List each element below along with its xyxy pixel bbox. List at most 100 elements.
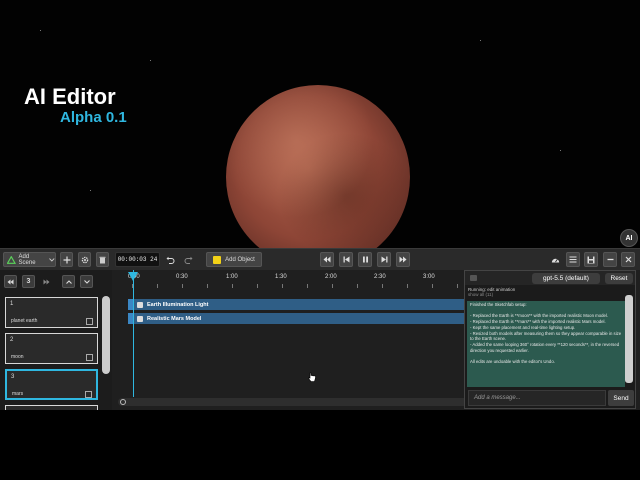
scene-card-active[interactable]: 3 mars [5,369,98,400]
show-all-link[interactable]: show all (11) [468,292,515,297]
star [150,60,151,61]
menu-button[interactable] [566,252,580,267]
app-version: Alpha 0.1 [60,109,127,126]
send-button[interactable]: Send [608,390,634,406]
scene-list: 3 1 planet earth 2 moon 3 mars [0,270,112,410]
skip-forward-icon [43,279,50,284]
undo-icon [166,256,175,264]
step-forward-button[interactable] [377,252,391,267]
pause-button[interactable] [358,252,372,267]
undo-button[interactable] [164,252,177,267]
add-object-label: Add Object [225,256,255,263]
collapse-icon[interactable] [470,275,477,281]
editor-toolbar: Add Scene 00:00:03 24 Add Object [0,248,640,271]
ruler-tick: 2:30 [374,274,386,280]
cube-icon [137,315,143,322]
ruler-tick: 3:00 [423,274,435,280]
time-display: 00:00:03 24 [115,252,160,267]
scene-name: mars [12,391,24,397]
ruler-tick: 1:00 [226,274,238,280]
model-selector[interactable]: gpt-5.5 (default) [532,273,600,284]
save-button[interactable] [584,252,598,267]
clip-label: Realistic Mars Model [147,315,202,322]
star [480,40,481,41]
chat-message-input[interactable]: Add a message... [468,390,606,406]
close-icon [625,256,631,263]
ruler-tick: 2:00 [325,274,337,280]
minimize-button[interactable] [603,252,617,267]
chat-header: gpt-5.5 (default) Reset [465,271,635,285]
ruler-tick: 1:30 [275,274,287,280]
scrollbar-knob[interactable] [120,399,126,405]
ai-chat-panel: gpt-5.5 (default) Reset Running: edit an… [464,270,636,409]
gear-icon [81,256,88,263]
plus-icon [63,256,70,263]
message-line: - Resized both models after measuring th… [470,330,622,342]
redo-icon [184,256,193,264]
cube-icon [213,255,222,264]
message-line: - Replaced the Earth is **mars** with th… [470,319,606,325]
current-scene-number: 3 [22,275,35,288]
ruler-tick: 0:30 [176,274,188,280]
add-object-button[interactable]: Add Object [206,252,262,267]
first-scene-button[interactable] [4,275,17,288]
skip-to-end-button[interactable] [396,252,410,267]
timeline-clip[interactable]: Realistic Mars Model [128,313,468,324]
letterbox-bottom [0,410,640,480]
scene-card[interactable]: 2 moon [5,333,98,364]
skip-back-icon [323,256,331,263]
app-title: AI Editor [24,84,116,109]
edit-icon[interactable] [85,391,92,398]
scene-list-scrollbar[interactable] [102,296,110,374]
edit-icon[interactable] [86,354,93,361]
scene-name: planet earth [11,318,38,324]
chat-scrollbar[interactable] [625,295,633,383]
message-line: - Added the same looping 360° rotation e… [470,341,620,353]
clip-label: Earth Illumination Light [147,301,209,308]
close-button[interactable] [621,252,635,267]
step-back-icon [343,256,349,263]
minimize-icon [607,258,613,261]
add-scene-label: Add Scene [18,253,36,266]
save-icon [587,256,595,263]
step-back-button[interactable] [339,252,353,267]
running-status: Running: edit animation show all (11) [468,287,515,297]
chevron-up-icon [65,279,72,284]
last-scene-button[interactable] [40,275,53,288]
chevron-down-icon [83,279,90,284]
move-scene-down-button[interactable] [80,275,93,288]
edit-icon[interactable] [86,318,93,325]
redo-button[interactable] [182,252,195,267]
add-button[interactable] [60,252,73,267]
reset-button[interactable]: Reset [605,273,633,284]
scene-card[interactable]: 1 planet earth [5,297,98,328]
skip-back-icon [7,279,14,284]
skip-to-start-button[interactable] [320,252,334,267]
cube-icon [137,301,143,308]
assistant-message: Finished the Sketchfab setup: - Replaced… [467,301,625,387]
chevron-down-icon [49,257,55,262]
playhead-handle[interactable] [128,272,138,281]
skip-forward-icon [399,256,407,263]
star [560,150,561,151]
pointer-cursor-icon [308,372,316,382]
mars-planet-model[interactable] [226,85,410,248]
add-scene-button[interactable]: Add Scene [3,252,56,267]
star [90,190,91,191]
star [40,30,41,31]
scene-viewport[interactable]: AI Editor Alpha 0.1 AI [0,0,640,248]
settings-button[interactable] [78,252,91,267]
performance-button[interactable] [548,252,562,267]
step-forward-icon [381,256,387,263]
scene-name: moon [11,354,24,360]
move-scene-up-button[interactable] [62,275,75,288]
timeline-clip[interactable]: Earth Illumination Light [128,299,468,310]
ai-assistant-button[interactable]: AI [620,229,638,247]
timeline-horizontal-scrollbar[interactable] [118,398,468,406]
pause-icon [362,256,368,263]
scene-number: 3 [11,374,15,380]
playhead-line[interactable] [133,270,134,397]
message-line: All edits are undoable with the editor's… [470,359,555,365]
trash-icon [99,256,106,263]
delete-button[interactable] [96,252,109,267]
